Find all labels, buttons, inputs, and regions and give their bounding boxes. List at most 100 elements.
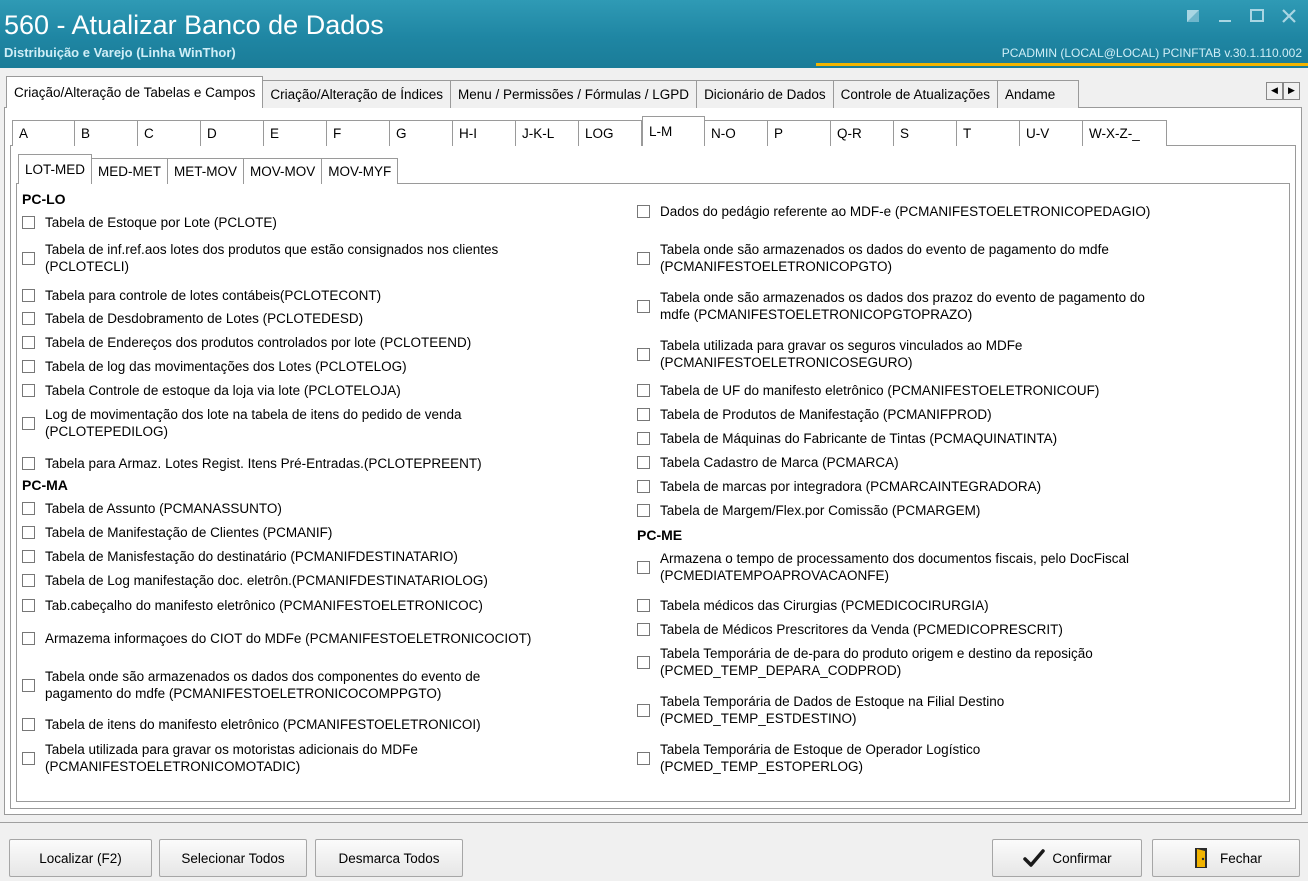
checkbox[interactable] <box>22 312 35 325</box>
tab-letter[interactable]: N-O <box>705 120 768 146</box>
tab-dicionario[interactable]: Dicionário de Dados <box>696 80 834 108</box>
left-checkbox-item[interactable]: Tabela de Manisfestação do destinatário … <box>22 548 458 565</box>
tab-letter[interactable]: J-K-L <box>516 120 579 146</box>
right-checkbox-item[interactable]: Dados do pedágio referente ao MDF-e (PCM… <box>637 203 1150 220</box>
right-checkbox-item[interactable]: Tabela de Produtos de Manifestação (PCMA… <box>637 406 992 423</box>
tab-letter[interactable]: B <box>75 120 138 146</box>
tab-letter[interactable]: F <box>327 120 390 146</box>
right-checkbox-item[interactable]: Tabela médicos das Cirurgias (PCMEDICOCI… <box>637 597 989 614</box>
checkbox[interactable] <box>637 751 650 765</box>
checkbox[interactable] <box>637 384 650 397</box>
left-checkbox-item[interactable]: Tabela onde são armazenados os dados dos… <box>22 668 480 702</box>
tab-mov-mov[interactable]: MOV-MOV <box>244 158 323 184</box>
right-checkbox-item[interactable]: Tabela Temporária de Estoque de Operador… <box>637 741 980 775</box>
left-checkbox-item[interactable]: Tabela de Log manifestação doc. eletrôn.… <box>22 572 488 589</box>
confirmar-button[interactable]: Confirmar <box>992 839 1142 877</box>
checkbox[interactable] <box>22 550 35 563</box>
scroll-right-icon[interactable]: ▶ <box>1283 82 1300 100</box>
right-checkbox-item[interactable]: Armazena o tempo de processamento dos do… <box>637 550 1129 584</box>
tab-letter[interactable]: G <box>390 120 453 146</box>
checkbox[interactable] <box>637 480 650 493</box>
checkbox[interactable] <box>22 678 35 692</box>
left-checkbox-item[interactable]: Log de movimentação dos lote na tabela d… <box>22 406 462 440</box>
right-checkbox-item[interactable]: Tabela de UF do manifesto eletrônico (PC… <box>637 382 1099 399</box>
right-checkbox-item[interactable]: Tabela onde são armazenados os dados dos… <box>637 289 1145 323</box>
tab-letter[interactable]: D <box>201 120 264 146</box>
restore-icon[interactable] <box>1182 6 1204 26</box>
tab-tabelas-campos[interactable]: Criação/Alteração de Tabelas e Campos <box>6 76 264 108</box>
checkbox[interactable] <box>22 574 35 587</box>
checkbox[interactable] <box>637 299 650 313</box>
left-checkbox-item[interactable]: Tabela para Armaz. Lotes Regist. Itens P… <box>22 455 482 472</box>
right-checkbox-item[interactable]: Tabela de marcas por integradora (PCMARC… <box>637 478 1041 495</box>
tab-med-met[interactable]: MED-MET <box>92 158 169 184</box>
fechar-button[interactable]: Fechar <box>1152 839 1300 877</box>
right-checkbox-item[interactable]: Tabela de Máquinas do Fabricante de Tint… <box>637 430 1057 447</box>
tab-letter[interactable]: P <box>768 120 831 146</box>
tab-met-mov[interactable]: MET-MOV <box>168 158 245 184</box>
left-checkbox-item[interactable]: Tabela para controle de lotes contábeis(… <box>22 287 381 304</box>
checkbox[interactable] <box>22 599 35 612</box>
tab-letter[interactable]: A <box>12 120 75 146</box>
right-checkbox-item[interactable]: Tabela Temporária de Dados de Estoque na… <box>637 693 1004 727</box>
checkbox[interactable] <box>637 623 650 636</box>
right-checkbox-item[interactable]: Tabela onde são armazenados os dados do … <box>637 241 1109 275</box>
checkbox[interactable] <box>22 216 35 229</box>
tab-letter[interactable]: U-V <box>1020 120 1083 146</box>
tab-lot-med[interactable]: LOT-MED <box>18 154 93 184</box>
selecionar-todos-button[interactable]: Selecionar Todos <box>159 839 307 877</box>
checkbox[interactable] <box>22 289 35 302</box>
tab-letter[interactable]: E <box>264 120 327 146</box>
tab-letter[interactable]: LOG <box>579 120 642 146</box>
right-checkbox-item[interactable]: Tabela Cadastro de Marca (PCMARCA) <box>637 454 899 471</box>
checkbox[interactable] <box>637 205 650 218</box>
checkbox[interactable] <box>637 432 650 445</box>
tab-letter[interactable]: C <box>138 120 201 146</box>
left-checkbox-item[interactable]: Tabela de Desdobramento de Lotes (PCLOTE… <box>22 310 363 327</box>
checkbox[interactable] <box>637 655 650 669</box>
left-checkbox-item[interactable]: Tabela de itens do manifesto eletrônico … <box>22 716 481 733</box>
checkbox[interactable] <box>22 384 35 397</box>
tab-controle-atualizacoes[interactable]: Controle de Atualizações <box>832 80 998 108</box>
right-checkbox-item[interactable]: Tabela Temporária de de-para do produto … <box>637 645 1093 679</box>
checkbox[interactable] <box>637 703 650 717</box>
maximize-icon[interactable] <box>1246 6 1268 26</box>
tab-andamento[interactable]: Andame <box>996 80 1079 108</box>
left-checkbox-item[interactable]: Tabela utilizada para gravar os motorist… <box>22 741 418 775</box>
tab-letter-active[interactable]: L-M <box>642 116 705 146</box>
left-checkbox-item[interactable]: Tab.cabeçalho do manifesto eletrônico (P… <box>22 597 483 614</box>
checkbox[interactable] <box>22 336 35 349</box>
tab-letter[interactable]: W-X-Z-_ <box>1083 120 1167 146</box>
minimize-icon[interactable] <box>1214 6 1236 26</box>
left-checkbox-item[interactable]: Tabela de Endereços dos produtos control… <box>22 334 471 351</box>
left-checkbox-item[interactable]: Tabela de Manifestação de Clientes (PCMA… <box>22 524 332 541</box>
checkbox[interactable] <box>22 526 35 539</box>
left-checkbox-item[interactable]: Tabela de Assunto (PCMANASSUNTO) <box>22 500 282 517</box>
close-icon[interactable] <box>1278 6 1300 26</box>
right-checkbox-item[interactable]: Tabela de Médicos Prescritores da Venda … <box>637 621 1063 638</box>
checkbox[interactable] <box>637 504 650 517</box>
checkbox[interactable] <box>22 502 35 515</box>
checkbox[interactable] <box>22 360 35 373</box>
checkbox[interactable] <box>637 599 650 612</box>
localizar-button[interactable]: Localizar (F2) <box>9 839 152 877</box>
checkbox[interactable] <box>637 456 650 469</box>
tab-letter[interactable]: T <box>957 120 1020 146</box>
left-checkbox-item[interactable]: Tabela de Estoque por Lote (PCLOTE) <box>22 214 277 231</box>
left-checkbox-item[interactable]: Tabela de inf.ref.aos lotes dos produtos… <box>22 241 498 275</box>
checkbox[interactable] <box>22 632 35 645</box>
checkbox[interactable] <box>637 251 650 265</box>
tab-mov-myf[interactable]: MOV-MYF <box>322 158 399 184</box>
checkbox[interactable] <box>637 408 650 421</box>
tab-indices[interactable]: Criação/Alteração de Índices <box>262 80 451 108</box>
tab-letter[interactable]: Q-R <box>831 120 894 146</box>
left-checkbox-item[interactable]: Tabela de log das movimentações dos Lote… <box>22 358 407 375</box>
right-checkbox-item[interactable]: Tabela de Margem/Flex.por Comissão (PCMA… <box>637 502 980 519</box>
checkbox[interactable] <box>22 718 35 731</box>
right-checkbox-item[interactable]: Tabela utilizada para gravar os seguros … <box>637 337 1022 371</box>
checkbox[interactable] <box>22 251 35 265</box>
checkbox[interactable] <box>637 560 650 574</box>
checkbox[interactable] <box>22 457 35 470</box>
checkbox[interactable] <box>22 416 35 430</box>
desmarca-todos-button[interactable]: Desmarca Todos <box>315 839 463 877</box>
